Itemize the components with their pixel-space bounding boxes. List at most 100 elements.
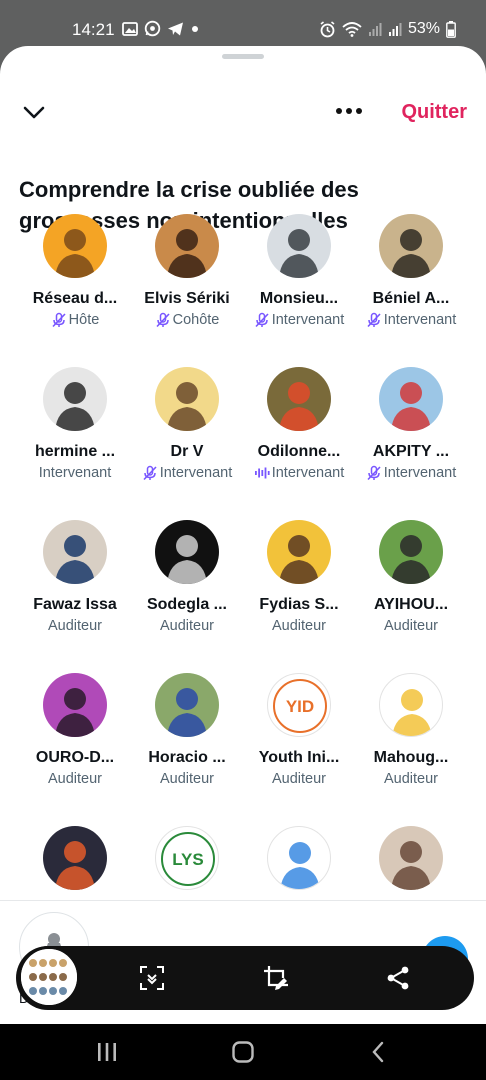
- participant-avatar[interactable]: [379, 367, 443, 431]
- participant-role: Cohôte: [131, 312, 243, 328]
- participant-name: AKPITY ...: [372, 443, 450, 460]
- participant-avatar[interactable]: [155, 520, 219, 584]
- participant-name: Fydias S...: [259, 596, 339, 613]
- participant-avatar[interactable]: [155, 367, 219, 431]
- person-avatar-icon: LYS: [161, 832, 215, 886]
- participant-avatar[interactable]: LYS: [155, 826, 219, 890]
- participant-tile[interactable]: Fawaz Issa Auditeur: [19, 520, 131, 650]
- participant-role-label: Auditeur: [159, 771, 214, 787]
- signal-icon: [368, 23, 382, 36]
- screenshot-thumbnail[interactable]: [18, 946, 80, 1008]
- recent-apps-button[interactable]: [91, 1036, 123, 1068]
- participant-avatar[interactable]: [379, 520, 443, 584]
- participant-avatar[interactable]: [267, 367, 331, 431]
- person-avatar-icon: [392, 689, 432, 736]
- scroll-capture-icon: [140, 966, 164, 990]
- chevron-down-icon: [23, 106, 45, 119]
- participant-tile[interactable]: Dr V Intervenant: [131, 367, 243, 497]
- participant-tile[interactable]: Réseau d... Hôte: [19, 214, 131, 344]
- participant-role-label: Intervenant: [271, 312, 345, 328]
- participant-role-label: Intervenant: [383, 465, 457, 481]
- participant-avatar[interactable]: [379, 214, 443, 278]
- participant-role: Intervenant: [355, 465, 467, 481]
- participant-tile[interactable]: Mahoug... Auditeur: [355, 673, 467, 803]
- participant-tile[interactable]: YID Youth Ini... Auditeur: [243, 673, 355, 803]
- participant-role: Intervenant: [243, 465, 355, 481]
- participant-role-label: Intervenant: [38, 465, 112, 481]
- sheet-drag-handle[interactable]: [222, 54, 264, 59]
- person-avatar-icon: [55, 382, 95, 431]
- home-button[interactable]: [227, 1036, 259, 1068]
- recent-apps-icon: [98, 1043, 116, 1061]
- participant-avatar[interactable]: [267, 214, 331, 278]
- participant-role: Intervenant: [355, 312, 467, 328]
- participant-role: Auditeur: [243, 618, 355, 634]
- participant-role-label: Auditeur: [159, 618, 214, 634]
- participant-role-label: Hôte: [68, 312, 100, 328]
- back-button[interactable]: [363, 1036, 395, 1068]
- speaking-wave-icon: [254, 467, 270, 479]
- participant-avatar[interactable]: [43, 520, 107, 584]
- participant-role: Hôte: [19, 312, 131, 328]
- participant-name: Youth Ini...: [258, 749, 340, 766]
- person-avatar-icon: [391, 535, 431, 584]
- mic-off-icon: [52, 312, 66, 328]
- participant-role: Intervenant: [243, 312, 355, 328]
- participant-name: Béniel A...: [372, 290, 450, 307]
- participant-avatar[interactable]: [155, 673, 219, 737]
- participant-role-label: Auditeur: [383, 771, 438, 787]
- person-avatar-icon: [55, 535, 95, 584]
- person-avatar-icon: [55, 688, 95, 737]
- participant-role: Auditeur: [355, 771, 467, 787]
- participant-avatar[interactable]: [43, 367, 107, 431]
- status-notification-icons: [122, 20, 200, 37]
- participant-name: AYIHOU...: [373, 596, 449, 613]
- participant-avatar[interactable]: [267, 520, 331, 584]
- mic-off-icon: [143, 465, 157, 481]
- participant-tile[interactable]: OURO-D... Auditeur: [19, 673, 131, 803]
- participant-avatar[interactable]: [155, 214, 219, 278]
- back-icon: [372, 1041, 384, 1063]
- participant-avatar[interactable]: [43, 214, 107, 278]
- participant-tile[interactable]: AYIHOU... Auditeur: [355, 520, 467, 650]
- participant-avatar[interactable]: [379, 826, 443, 890]
- participant-avatar[interactable]: [379, 673, 443, 737]
- person-avatar-icon: [279, 229, 319, 278]
- participant-role-label: Intervenant: [383, 312, 457, 328]
- participant-name: Réseau d...: [32, 290, 118, 307]
- participant-avatar[interactable]: YID: [267, 673, 331, 737]
- participant-avatar[interactable]: [43, 826, 107, 890]
- participant-tile[interactable]: Sodegla ... Auditeur: [131, 520, 243, 650]
- participant-avatar[interactable]: [267, 826, 331, 890]
- person-avatar-icon: [167, 382, 207, 431]
- quit-button[interactable]: Quitter: [401, 101, 467, 124]
- collapse-button[interactable]: [20, 98, 48, 126]
- participant-role-label: Cohôte: [172, 312, 220, 328]
- more-dots-icon: [336, 108, 342, 114]
- participant-name: Sodegla ...: [146, 596, 227, 613]
- participant-tile[interactable]: Horacio ... Auditeur: [131, 673, 243, 803]
- thumbnail-preview-icon: [21, 949, 77, 1005]
- participant-name: Horacio ...: [148, 749, 226, 766]
- person-avatar-icon: [279, 382, 319, 431]
- participant-tile[interactable]: Monsieu... Intervenant: [243, 214, 355, 344]
- participant-tile[interactable]: Odilonne... Intervenant: [243, 367, 355, 497]
- screen: 14:21 53% Quitter Comprendre la crise ou…: [0, 0, 486, 1080]
- scroll-capture-button[interactable]: [136, 962, 168, 994]
- participant-tile[interactable]: Béniel A... Intervenant: [355, 214, 467, 344]
- participant-role: Auditeur: [19, 771, 131, 787]
- crop-edit-icon: [264, 966, 288, 990]
- mic-off-icon: [367, 312, 381, 328]
- participant-tile[interactable]: hermine ... Intervenant: [19, 367, 131, 497]
- participant-tile[interactable]: Elvis Sériki Cohôte: [131, 214, 243, 344]
- participant-role-label: Intervenant: [271, 465, 345, 481]
- crop-edit-button[interactable]: [260, 962, 292, 994]
- more-options-button[interactable]: [336, 104, 368, 118]
- person-avatar-icon: [55, 841, 95, 890]
- participant-tile[interactable]: Fydias S... Auditeur: [243, 520, 355, 650]
- participant-tile[interactable]: AKPITY ... Intervenant: [355, 367, 467, 497]
- participant-avatar[interactable]: [43, 673, 107, 737]
- share-button[interactable]: [382, 962, 414, 994]
- person-avatar-icon: YID: [273, 679, 327, 733]
- participant-name: Odilonne...: [257, 443, 341, 460]
